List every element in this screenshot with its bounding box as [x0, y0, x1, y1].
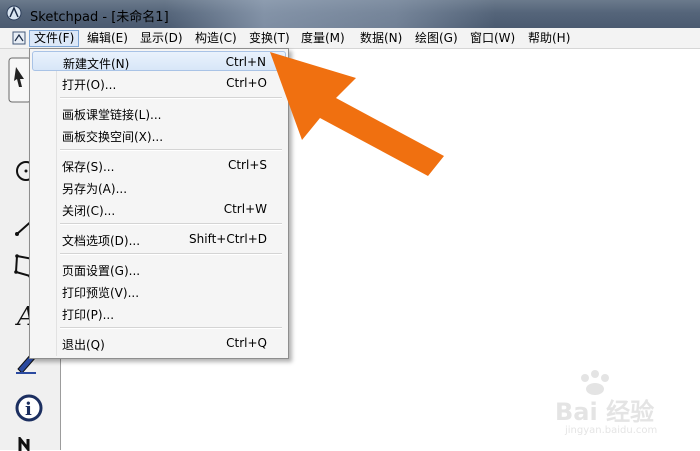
menu-item-label: 另存为(A)...	[62, 182, 128, 196]
menu-item-shortcut: Ctrl+Q	[226, 336, 267, 350]
menu-item-shortcut: Ctrl+S	[227, 158, 267, 172]
menu-item-label: 页面设置(G)...	[62, 264, 141, 278]
menu-item-label: 退出(Q)	[62, 338, 105, 352]
annotation-arrow-icon	[270, 52, 444, 176]
menu-item-label: 文档选项(D)...	[62, 234, 141, 248]
title-bar: Sketchpad - [未命名1]	[0, 0, 700, 28]
menu-item-label: 保存(S)...	[62, 160, 115, 174]
menu-item-label: 关闭(C)...	[62, 204, 116, 218]
baidu-watermark: Bai 经验 jingyan.baidu.com	[535, 370, 675, 440]
title-blur	[165, 0, 495, 28]
menu-item-save-as[interactable]: 另存为(A)...	[32, 177, 286, 197]
menu-item-new-file[interactable]: 新建文件(N) Ctrl+N	[32, 51, 286, 71]
menu-window[interactable]: 窗口(W)	[466, 30, 519, 47]
menu-item-shortcut: Ctrl+N	[225, 55, 266, 69]
menu-graph[interactable]: 绘图(G)	[411, 30, 462, 47]
menu-item-document-options[interactable]: 文档选项(D)... Shift+Ctrl+D	[32, 229, 286, 249]
file-menu-dropdown: 新建文件(N) Ctrl+N 打开(O)... Ctrl+O 画板课堂链接(L)…	[29, 48, 289, 359]
menu-data[interactable]: 数据(N)	[356, 30, 406, 47]
menu-separator	[60, 253, 282, 255]
menu-file[interactable]: 文件(F)	[29, 30, 80, 47]
menu-item-label: 打印(P)...	[62, 308, 115, 322]
window-title: Sketchpad - [未命名1]	[30, 10, 169, 25]
document-icon[interactable]	[12, 31, 26, 45]
menu-item-label: 打印预览(V)...	[62, 286, 140, 300]
menu-construct[interactable]: 构造(C)	[191, 30, 241, 47]
menu-item-shortcut: Ctrl+W	[223, 202, 267, 216]
custom-tool-icon[interactable]	[14, 437, 44, 451]
menu-item-classroom-link[interactable]: 画板课堂链接(L)...	[32, 103, 286, 123]
menu-item-print[interactable]: 打印(P)...	[32, 303, 286, 323]
menu-separator	[60, 327, 282, 329]
menu-display[interactable]: 显示(D)	[136, 30, 187, 47]
menu-item-open[interactable]: 打开(O)... Ctrl+O	[32, 73, 286, 93]
menu-separator	[60, 149, 282, 151]
svg-text:i: i	[25, 399, 32, 420]
menu-separator	[60, 97, 282, 99]
menu-item-label: 画板课堂链接(L)...	[62, 108, 162, 122]
menu-item-label: 新建文件(N)	[63, 57, 130, 71]
menu-measure[interactable]: 度量(M)	[297, 30, 349, 47]
menu-edit[interactable]: 编辑(E)	[83, 30, 132, 47]
menu-separator	[60, 223, 282, 225]
menu-item-page-setup[interactable]: 页面设置(G)...	[32, 259, 286, 279]
menu-item-print-preview[interactable]: 打印预览(V)...	[32, 281, 286, 301]
menu-item-close[interactable]: 关闭(C)... Ctrl+W	[32, 199, 286, 219]
menu-item-shortcut: Shift+Ctrl+D	[189, 232, 267, 246]
menu-item-shortcut: Ctrl+O	[226, 76, 267, 90]
menu-item-label: 画板交换空间(X)...	[62, 130, 164, 144]
info-icon[interactable]: i	[14, 393, 44, 423]
menu-item-exit[interactable]: 退出(Q) Ctrl+Q	[32, 333, 286, 353]
menu-transform[interactable]: 变换(T)	[245, 30, 294, 47]
watermark-url: jingyan.baidu.com	[565, 425, 658, 436]
sketchpad-app-icon[interactable]	[6, 5, 22, 21]
menu-item-exchange[interactable]: 画板交换空间(X)...	[32, 125, 286, 145]
menu-help[interactable]: 帮助(H)	[524, 30, 574, 47]
menu-item-label: 打开(O)...	[62, 78, 117, 92]
watermark-text: Bai 经验	[555, 398, 655, 426]
menu-item-save[interactable]: 保存(S)... Ctrl+S	[32, 155, 286, 175]
